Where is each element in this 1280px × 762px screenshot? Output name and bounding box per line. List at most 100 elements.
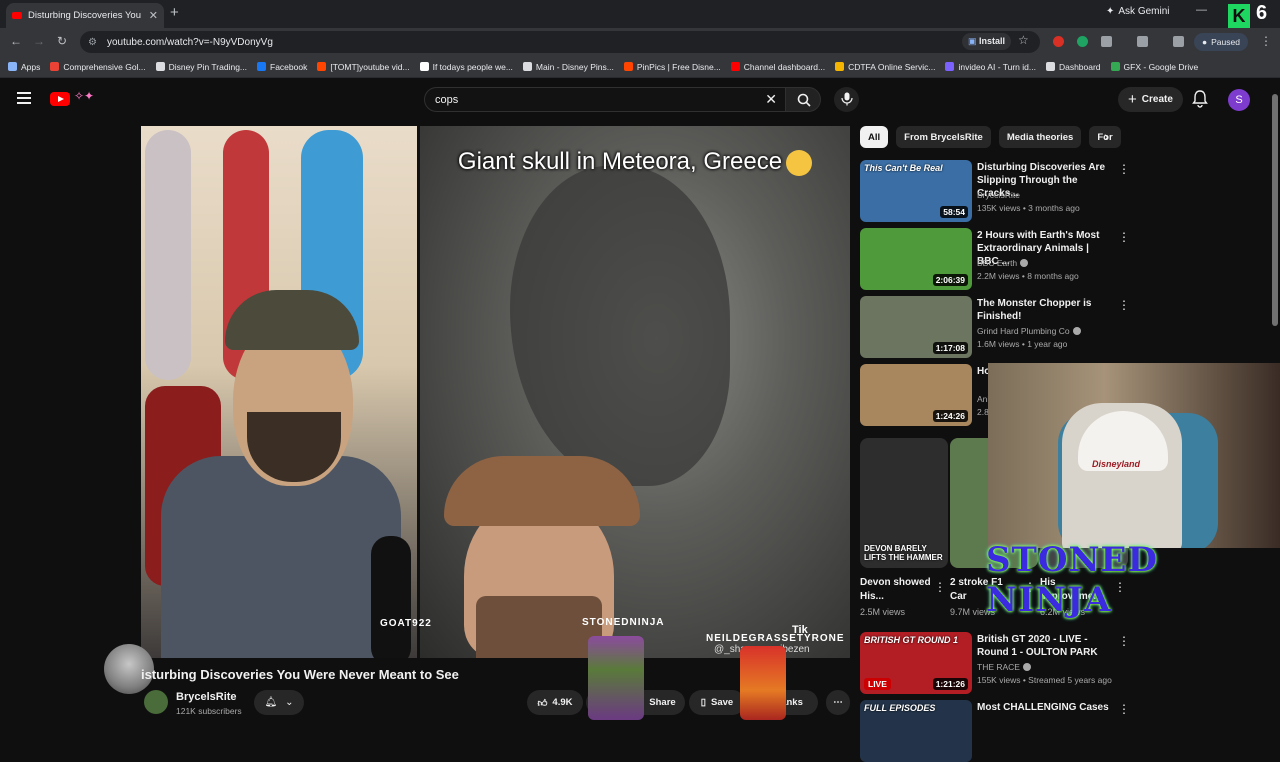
extensions-puzzle-icon[interactable] [1101, 36, 1112, 47]
like-button[interactable]: 👍︎ 4.9K [527, 690, 583, 715]
channel-name[interactable]: BBC Earth [977, 258, 1029, 268]
address-bar[interactable]: ⚙ youtube.com/watch?v=-N9yVDonyVg [80, 31, 1040, 53]
video-thumbnail[interactable]: This Can't Be Real 58:54 [860, 160, 972, 222]
ask-gemini-button[interactable]: ✦ Ask Gemini [1106, 6, 1170, 17]
video-thumbnail[interactable]: 1:24:26 [860, 364, 972, 426]
video-player[interactable]: Giant skull in Meteora, Greece GOAT922 S… [141, 126, 850, 658]
bookmark-item[interactable]: Disney Pin Trading... [155, 62, 247, 72]
video-thumbnail[interactable]: BRITISH GT ROUND 1 LIVE 1:21:26 [860, 632, 972, 694]
create-button[interactable]: + Create [1118, 87, 1183, 112]
bookmark-item[interactable]: Facebook [257, 62, 307, 72]
duration-badge: 1:17:08 [932, 342, 968, 354]
more-actions-button[interactable]: ⋯ [826, 690, 850, 715]
more-options-icon[interactable]: ⋮ [934, 580, 946, 594]
extension-red-icon[interactable] [1053, 36, 1064, 47]
recommended-video[interactable]: This Can't Be Real 58:54 Disturbing Discov… [860, 160, 1130, 222]
bookmark-item[interactable]: Dashboard [1045, 62, 1101, 72]
bookmark-favicon-icon [730, 62, 740, 71]
bookmark-item[interactable]: invideo AI - Turn id... [945, 62, 1036, 72]
voice-search-button[interactable] [834, 87, 859, 112]
bookmark-item[interactable]: GFX - Google Drive [1110, 62, 1198, 72]
more-options-icon[interactable]: ⋮ [1118, 634, 1130, 648]
recommended-video[interactable]: FULL EPISODES Most CHALLENGING Cases ⋮ [860, 700, 1130, 762]
notification-settings-button[interactable]: 🔔︎ ⌄ [254, 690, 304, 715]
clip-caption-text: Giant skull in Meteora, Greece [457, 148, 783, 175]
channel-avatar[interactable] [144, 690, 168, 714]
subscriber-count: 121K subscribers [176, 706, 242, 716]
skateboard-deck [145, 130, 191, 380]
bookmark-item[interactable]: Comprehensive Gol... [50, 61, 146, 72]
account-avatar[interactable]: S [1228, 89, 1250, 111]
bookmark-star-icon[interactable]: ☆ [1018, 33, 1029, 47]
microphone [371, 536, 411, 658]
bookmark-item[interactable]: PinPics | Free Disne... [623, 62, 721, 72]
bookmark-favicon-icon [155, 62, 165, 71]
profile-paused-button[interactable]: ● Paused [1194, 33, 1248, 51]
reload-icon[interactable]: ↻ [57, 34, 67, 48]
bookmark-favicon-icon [945, 62, 955, 71]
site-info-icon[interactable]: ⚙ [88, 37, 97, 48]
bookmark-item[interactable]: CDTFA Online Servic... [835, 62, 935, 72]
search-input[interactable]: cops ✕ [424, 87, 786, 112]
overlay-handle-neil: NEILDEGRASSETYRONE [706, 633, 845, 644]
chips-next-chevron-icon[interactable]: › [1104, 128, 1109, 144]
bookmark-label: Comprehensive Gol... [63, 61, 146, 72]
forward-arrow-icon[interactable]: → [33, 34, 45, 48]
recommended-video[interactable]: 1:17:08 The Monster Chopper is Finished! G… [860, 296, 1130, 358]
more-options-icon[interactable]: ⋮ [1118, 702, 1130, 716]
media-controls-icon[interactable] [1173, 36, 1184, 47]
duration-badge: 1:21:26 [932, 678, 968, 690]
bookmark-item[interactable]: Apps [8, 62, 40, 72]
video-thumbnail[interactable]: 1:17:08 [860, 296, 972, 358]
hamburger-menu-icon[interactable] [17, 92, 31, 104]
video-thumbnail[interactable]: 2:06:39 [860, 228, 972, 290]
search-button[interactable] [785, 87, 821, 112]
video-title[interactable]: Most CHALLENGING Cases [977, 701, 1109, 714]
more-options-icon[interactable]: ⋮ [1118, 298, 1130, 312]
clear-search-icon[interactable]: ✕ [765, 91, 777, 108]
bookmark-item[interactable]: Channel dashboard... [730, 62, 825, 72]
tab-title: Disturbing Discoveries You [28, 10, 142, 21]
minimize-icon[interactable]: — [1196, 4, 1207, 16]
bookmark-favicon-icon [50, 62, 60, 71]
tab-close-icon[interactable]: ✕ [149, 9, 158, 22]
youtube-logo[interactable] [50, 92, 70, 106]
hat-logo: Disneyland [1092, 459, 1141, 469]
browser-tab-active[interactable]: Disturbing Discoveries You ✕ [6, 3, 164, 28]
video-thumbnail[interactable]: FULL EPISODES [860, 700, 972, 762]
pixel-character-sprite [588, 636, 644, 720]
bookmark-item[interactable]: If todays people we... [419, 62, 513, 72]
short-title[interactable]: Devon showed His... [860, 576, 932, 604]
channel-name[interactable]: BrycelsRite [176, 691, 237, 703]
save-button[interactable]: ▯ Save [689, 690, 745, 715]
back-arrow-icon[interactable]: ← [10, 34, 22, 48]
bookmark-item[interactable]: [TOMT]youtube vid... [317, 62, 410, 72]
extension-green-icon[interactable] [1077, 36, 1088, 47]
video-title[interactable]: British GT 2020 - LIVE - Round 1 - OULTO… [977, 633, 1109, 659]
logo-doodle-icon[interactable]: ✧✦ [74, 89, 94, 103]
install-app-button[interactable]: ▣ Install [962, 33, 1012, 50]
recommended-video[interactable]: BRITISH GT ROUND 1 LIVE 1:21:26 British GT … [860, 632, 1130, 694]
profile-status: Paused [1211, 37, 1240, 47]
browser-menu-icon[interactable]: ⋮ [1260, 34, 1272, 48]
recommended-video[interactable]: 2:06:39 2 Hours with Earth's Most Extraor… [860, 228, 1130, 290]
short-thumbnail[interactable]: DEVON BARELY LIFTS THE HAMMER [860, 438, 948, 568]
more-options-icon[interactable]: ⋮ [1118, 230, 1130, 244]
channel-name[interactable]: BrycelsRite [977, 190, 1020, 200]
filter-chip[interactable]: All [860, 126, 889, 148]
new-tab-button[interactable]: + [170, 4, 179, 21]
page-scrollbar[interactable] [1272, 94, 1278, 326]
notifications-bell-icon[interactable] [1192, 90, 1208, 108]
video-title[interactable]: The Monster Chopper is Finished! [977, 297, 1109, 323]
bookmark-favicon-icon [1110, 62, 1120, 71]
bookmark-item[interactable]: Main - Disney Pins... [522, 62, 614, 72]
bookmark-favicon-icon [257, 62, 267, 71]
more-options-icon[interactable]: ⋮ [1118, 162, 1130, 176]
filter-chip[interactable]: From BrycelsRite [896, 126, 991, 148]
verified-check-icon [1020, 259, 1029, 267]
channel-name[interactable]: THE RACE [977, 662, 1031, 672]
microphone-icon [840, 92, 853, 106]
filter-chip[interactable]: Media theories [998, 126, 1082, 148]
tab-search-icon[interactable] [1137, 36, 1148, 47]
channel-name[interactable]: Grind Hard Plumbing Co [977, 326, 1081, 336]
